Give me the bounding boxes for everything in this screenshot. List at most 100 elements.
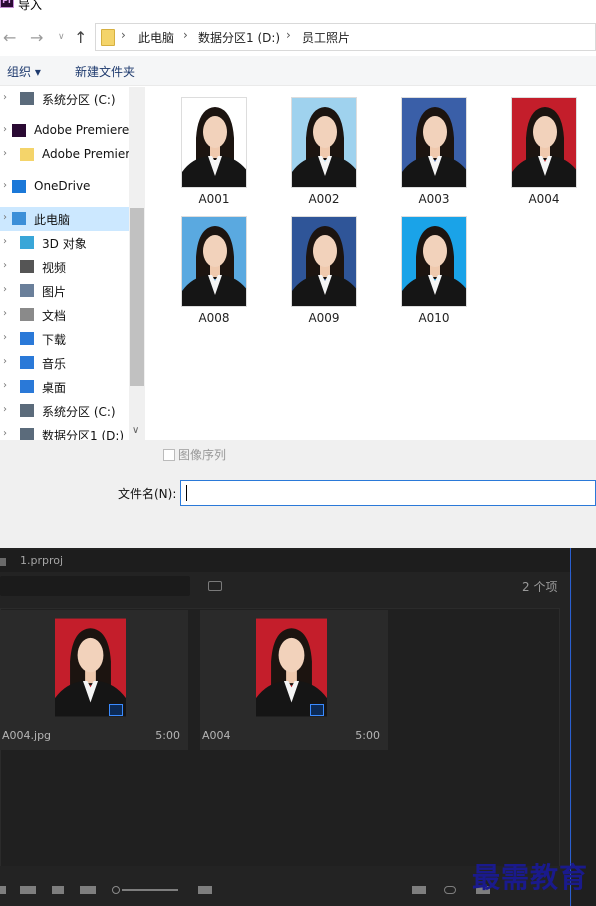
expand-icon[interactable]: › bbox=[3, 332, 7, 343]
file-thumbnail[interactable] bbox=[401, 97, 467, 188]
expand-icon[interactable]: › bbox=[3, 148, 7, 159]
expand-icon[interactable]: › bbox=[3, 236, 7, 247]
portrait-image bbox=[182, 98, 246, 187]
expand-icon[interactable]: › bbox=[3, 260, 7, 271]
expand-icon[interactable]: › bbox=[3, 180, 7, 191]
freeform-view-icon[interactable] bbox=[80, 886, 96, 894]
expand-icon[interactable]: › bbox=[3, 284, 7, 295]
panel-divider bbox=[570, 548, 571, 906]
expand-icon[interactable]: › bbox=[3, 356, 7, 367]
drive-icon bbox=[20, 404, 34, 417]
file-name[interactable]: A001 bbox=[169, 192, 259, 206]
expand-icon[interactable]: › bbox=[3, 404, 7, 415]
file-thumbnail[interactable] bbox=[291, 97, 357, 188]
nav-item[interactable]: › 音乐 bbox=[0, 351, 130, 375]
folder-icon bbox=[101, 29, 115, 46]
item-name[interactable]: A004.jpg bbox=[2, 729, 51, 742]
address-row: ← → ∨ ↑ › 此电脑 › 数据分区1 (D:) › 员工照片 bbox=[0, 20, 596, 54]
item-thumbnail bbox=[256, 617, 327, 718]
filename-input[interactable] bbox=[180, 480, 596, 506]
nav-item[interactable]: › Adobe Premier bbox=[0, 143, 130, 167]
breadcrumb-separator[interactable]: › bbox=[121, 28, 126, 42]
music-icon bbox=[20, 356, 34, 369]
nav-item[interactable]: › OneDrive bbox=[0, 175, 130, 199]
breadcrumb-item[interactable]: 数据分区1 (D:) bbox=[198, 29, 280, 46]
sort-icon[interactable] bbox=[198, 886, 212, 894]
organize-button[interactable]: 组织 ▾ bbox=[7, 63, 41, 80]
zoom-slider-handle[interactable] bbox=[112, 886, 120, 894]
portrait-image bbox=[292, 217, 356, 306]
nav-item-label: 此电脑 bbox=[34, 213, 71, 227]
window-title: 导入 bbox=[18, 0, 43, 12]
image-icon bbox=[109, 704, 123, 716]
navigation-pane: › 系统分区 (C:) › Adobe Premiere › Adobe Premier ›… bbox=[0, 87, 145, 440]
new-folder-button[interactable]: 新建文件夹 bbox=[75, 63, 135, 80]
nav-item[interactable]: › 3D 对象 bbox=[0, 231, 130, 255]
drive-icon bbox=[20, 92, 34, 105]
icon-view-icon[interactable] bbox=[52, 886, 64, 894]
file-name[interactable]: A009 bbox=[279, 311, 369, 325]
file-thumbnail[interactable] bbox=[181, 97, 247, 188]
forward-icon[interactable]: → bbox=[30, 28, 43, 47]
portrait-image bbox=[182, 217, 246, 306]
address-bar[interactable]: › 此电脑 › 数据分区1 (D:) › 员工照片 bbox=[95, 23, 596, 51]
expand-icon[interactable]: › bbox=[3, 380, 7, 391]
file-name[interactable]: A004 bbox=[499, 192, 589, 206]
list-view-icon[interactable] bbox=[20, 886, 36, 894]
item-name[interactable]: A004 bbox=[202, 729, 231, 742]
nav-item[interactable]: › 图片 bbox=[0, 279, 130, 303]
item-thumbnail bbox=[55, 617, 126, 718]
file-list: A001 A002 A003 A004 A008 A009 A010 bbox=[145, 87, 596, 440]
expand-icon[interactable]: › bbox=[3, 92, 7, 103]
portrait-image bbox=[292, 98, 356, 187]
breadcrumb-separator[interactable]: › bbox=[286, 28, 291, 42]
file-name[interactable]: A010 bbox=[389, 311, 479, 325]
file-thumbnail[interactable] bbox=[401, 216, 467, 307]
project-tab[interactable]: 1.prproj bbox=[20, 554, 63, 567]
cube-icon bbox=[20, 236, 34, 249]
up-icon[interactable]: ↑ bbox=[74, 28, 87, 47]
file-name[interactable]: A008 bbox=[169, 311, 259, 325]
expand-icon[interactable]: › bbox=[3, 212, 7, 223]
find-footer-icon[interactable] bbox=[444, 886, 456, 894]
project-item-card[interactable]: A004 5:00 bbox=[200, 610, 388, 750]
file-thumbnail[interactable] bbox=[291, 216, 357, 307]
nav-item-label: 图片 bbox=[42, 285, 67, 299]
nav-item[interactable]: › 数据分区1 (D:) bbox=[0, 423, 130, 440]
file-thumbnail[interactable] bbox=[511, 97, 577, 188]
breadcrumb-item[interactable]: 员工照片 bbox=[302, 29, 350, 46]
file-name[interactable]: A002 bbox=[279, 192, 369, 206]
find-icon[interactable] bbox=[208, 581, 222, 591]
text-caret bbox=[186, 485, 187, 501]
zoom-slider-track[interactable] bbox=[122, 889, 178, 891]
nav-scroll-thumb[interactable] bbox=[130, 208, 144, 386]
nav-item[interactable]: › 文档 bbox=[0, 303, 130, 327]
back-icon[interactable]: ← bbox=[3, 28, 16, 47]
image-sequence-checkbox[interactable] bbox=[163, 449, 175, 461]
nav-item[interactable]: › 视频 bbox=[0, 255, 130, 279]
recent-dropdown-icon[interactable]: ∨ bbox=[58, 32, 65, 42]
import-dialog: Pr 导入 ← → ∨ ↑ › 此电脑 › 数据分区1 (D:) › 员工照片 … bbox=[0, 0, 596, 548]
project-item-card[interactable]: A004.jpg 5:00 bbox=[0, 610, 188, 750]
portrait-image bbox=[402, 217, 466, 306]
scroll-down-icon[interactable]: ∨ bbox=[132, 425, 139, 436]
automate-to-sequence-icon[interactable] bbox=[412, 886, 426, 894]
nav-item[interactable]: › 下载 bbox=[0, 327, 130, 351]
nav-item[interactable]: › 系统分区 (C:) bbox=[0, 87, 130, 111]
breadcrumb-separator[interactable]: › bbox=[183, 28, 188, 42]
expand-icon[interactable]: › bbox=[3, 428, 7, 439]
project-tab-bar: 1.prproj bbox=[0, 550, 596, 572]
breadcrumb-item[interactable]: 此电脑 bbox=[138, 29, 174, 46]
nav-item[interactable]: › 桌面 bbox=[0, 375, 130, 399]
nav-item[interactable]: › 此电脑 bbox=[0, 207, 130, 231]
file-thumbnail[interactable] bbox=[181, 216, 247, 307]
expand-icon[interactable]: › bbox=[3, 124, 7, 135]
lock-icon[interactable] bbox=[0, 886, 6, 894]
expand-icon[interactable]: › bbox=[3, 308, 7, 319]
file-name[interactable]: A003 bbox=[389, 192, 479, 206]
nav-item[interactable]: › Adobe Premiere bbox=[0, 119, 130, 143]
nav-item[interactable]: › 系统分区 (C:) bbox=[0, 399, 130, 423]
nav-item-label: 视频 bbox=[42, 261, 67, 275]
project-search-input[interactable] bbox=[0, 576, 190, 596]
panel-menu-icon[interactable] bbox=[0, 558, 6, 566]
